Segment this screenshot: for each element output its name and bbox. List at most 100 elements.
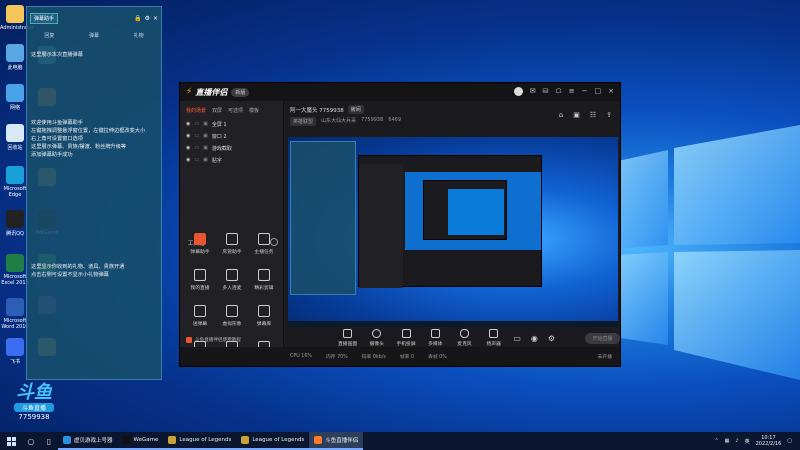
gear-icon[interactable]: ⚙ [548, 334, 555, 343]
tool-item[interactable]: 弹幕库 [250, 305, 278, 327]
douyu-logo-text: 斗鱼直播 [14, 403, 54, 412]
room-tag[interactable]: 房间 [347, 105, 364, 114]
input-language[interactable]: 英 [745, 438, 750, 445]
scene-item[interactable]: ◉ ▭ ▣ 窗口 2 [180, 130, 283, 142]
status-bitrate: 码率 0kb/s [361, 355, 386, 360]
close-icon[interactable]: × [153, 15, 158, 22]
eye-icon[interactable]: ◉ [186, 133, 190, 139]
room-category[interactable]: 英雄联盟 [290, 117, 317, 126]
tab-my-scenes[interactable]: 我的场景 [186, 107, 206, 114]
scene-label: 窗口 2 [211, 133, 227, 140]
lock-icon[interactable]: ▭ [194, 133, 199, 139]
settings-icon[interactable]: ⚙ [145, 15, 150, 22]
phone-icon [401, 329, 411, 338]
danmaku-assistant-panel[interactable]: 弹幕助手 🔒 ⚙ × 回复 弹幕 礼物 这里展示本次直播弹幕 欢迎使用斗鱼弹幕助… [26, 6, 162, 380]
maximize-icon[interactable]: □ [595, 87, 602, 96]
taskbar-item-label: League of Legends [179, 437, 232, 443]
scene-type-icon: ▣ [203, 145, 208, 151]
app-logo-icon: ⚡ [186, 87, 193, 97]
tab-dual-screen[interactable]: 双屏 [212, 107, 222, 114]
desktop-app-icon [6, 298, 24, 316]
windows-taskbar: ○ ▯ 虚贝游戏上号器 WeGame League of Legends League… [0, 432, 800, 450]
scene-label: 全屏 1 [211, 121, 227, 128]
version-badge[interactable]: 新版 [231, 87, 250, 97]
task-view-icon[interactable]: ▯ [40, 432, 58, 450]
control-screen[interactable]: 直播画面 [338, 329, 357, 347]
scene-type-icon: ▣ [203, 133, 208, 139]
lock-icon[interactable]: ▭ [194, 145, 199, 151]
clock[interactable]: 10:17 2022/2/16 [756, 435, 782, 447]
app-titlebar[interactable]: ⚡ 直播伴侣 新版 ✉ ⛁ ☖ ≡ − □ × [180, 83, 620, 101]
taskbar-item[interactable]: League of Legends [163, 432, 237, 450]
tab-templates[interactable]: 模板 [249, 107, 259, 114]
control-speaker[interactable]: 扬声器 [484, 329, 503, 347]
tool-item[interactable]: 多人连麦 [218, 269, 246, 291]
tool-item[interactable]: 房管助手 [218, 233, 246, 255]
streaming-companion-window[interactable]: ⚡ 直播伴侣 新版 ✉ ⛁ ☖ ≡ − □ × 我的场景 双屏 可选项 模板 ◉… [179, 82, 621, 367]
notification-icon[interactable]: ▢ [787, 438, 792, 444]
tool-label: 送弹幕 [192, 322, 208, 327]
eye-icon[interactable]: ◉ [186, 121, 190, 127]
tool-item[interactable]: 送弹幕 [186, 305, 214, 327]
taskbar-app-icon [63, 436, 71, 444]
scene-item[interactable]: ◉ ▭ ▣ 游戏截取 [180, 142, 283, 154]
tool-label: 多人连麦 [222, 286, 242, 291]
douyu-room-id: 7759938 [18, 413, 50, 421]
sliders-icon[interactable]: ☷ [590, 111, 596, 119]
avatar[interactable] [513, 87, 523, 96]
tool-item[interactable]: 主播任务 [250, 233, 278, 255]
tab-options[interactable]: 可选项 [228, 107, 243, 114]
tool-item[interactable]: 弹幕助手 [186, 233, 214, 255]
record-icon[interactable]: ▭ [513, 334, 521, 343]
lock-icon[interactable]: ▭ [194, 121, 199, 127]
control-camera[interactable]: 摄像头 [367, 329, 386, 347]
control-media[interactable]: 多媒体 [426, 329, 445, 347]
speaker-icon [489, 329, 499, 338]
minimize-icon[interactable]: − [582, 87, 588, 96]
menu-icon[interactable]: ≡ [569, 87, 575, 96]
taskbar-item[interactable]: 斗鱼直播伴侣 [309, 432, 364, 450]
tool-item[interactable]: 精彩剪辑 [250, 269, 278, 291]
start-button[interactable] [0, 432, 22, 450]
control-phone[interactable]: 手机投屏 [396, 329, 416, 347]
play-icon [430, 329, 440, 338]
eye-icon[interactable]: ◉ [186, 157, 190, 163]
tool-item[interactable]: 我的直播 [186, 269, 214, 291]
lock-icon[interactable]: ▭ [194, 157, 199, 163]
search-icon[interactable]: ○ [22, 432, 40, 450]
room-id: 7759938 [361, 117, 384, 123]
taskbar-item[interactable]: WeGame [117, 432, 164, 450]
microphone-icon [459, 329, 469, 338]
scene-item[interactable]: ◉ ▭ ▣ 贴字 [180, 154, 283, 166]
preview-nested-chat [290, 141, 356, 295]
taskbar-item[interactable]: 虚贝游戏上号器 [58, 432, 118, 450]
chat-message-gifts: 这里显示你收到的礼物、道具、贵族开通 点击右侧可设置不显示小礼物弹幕 [31, 264, 125, 278]
network-icon[interactable]: ▦ [725, 438, 730, 444]
mail-icon[interactable]: ✉ [530, 87, 536, 96]
gift-box-icon[interactable]: ⌂ [559, 111, 563, 119]
shirt-icon[interactable]: ☖ [555, 87, 561, 96]
stream-preview[interactable] [288, 137, 618, 327]
camera-icon [372, 329, 382, 338]
taskbar-item[interactable]: League of Legends [236, 432, 310, 450]
danmaku-panel-header[interactable]: 弹幕助手 🔒 ⚙ × [27, 7, 161, 29]
eye-icon[interactable]: ◉ [186, 145, 190, 151]
tool-icon [194, 305, 206, 317]
close-icon[interactable]: × [608, 87, 614, 96]
bag-icon[interactable]: ▣ [573, 111, 580, 119]
lock-icon[interactable]: 🔒 [134, 15, 141, 22]
volume-icon[interactable]: ♪ [735, 438, 738, 444]
gift-icon[interactable]: ⛁ [543, 87, 549, 96]
tool-item[interactable]: 虚拟形象 [218, 305, 246, 327]
tab-gift[interactable]: 礼物 [134, 32, 144, 43]
tray-up-icon[interactable]: ⌃ [714, 438, 718, 444]
start-live-button[interactable]: 开始直播 [585, 332, 620, 344]
scene-item[interactable]: ◉ ▭ ▣ 全屏 1 [180, 118, 283, 130]
room-title: 阿一大魔头 7759938 [290, 107, 344, 114]
desktop-app-icon [6, 84, 24, 102]
share-icon[interactable]: ⇪ [606, 111, 612, 119]
control-mic[interactable]: 麦克风 [455, 329, 474, 347]
tab-danmaku[interactable]: 弹幕 [89, 32, 99, 43]
tab-reply[interactable]: 回复 [44, 32, 54, 43]
eye-icon[interactable]: ◉ [531, 334, 538, 343]
